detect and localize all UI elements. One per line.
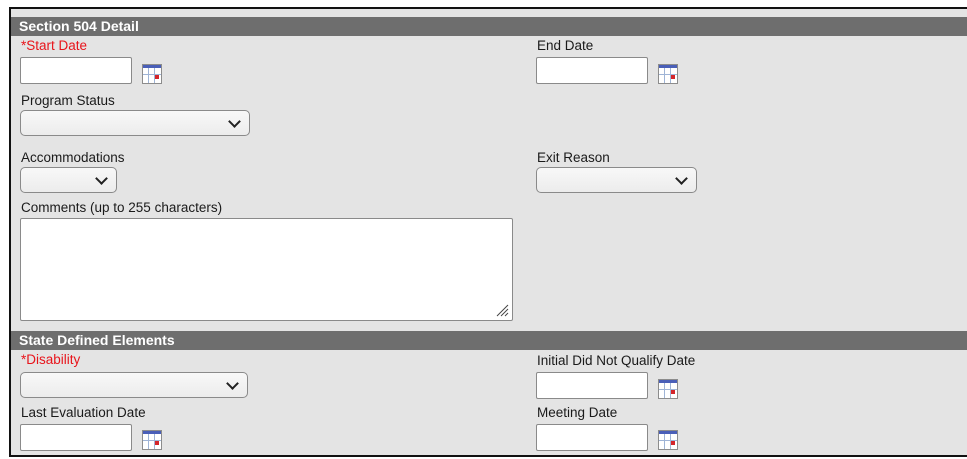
end-date-label: End Date bbox=[537, 38, 594, 53]
section-504-header: Section 504 Detail bbox=[11, 17, 967, 36]
initial-dnq-date-input[interactable] bbox=[536, 372, 648, 399]
chevron-down-icon bbox=[95, 172, 108, 185]
accommodations-label: Accommodations bbox=[21, 150, 125, 165]
start-date-label: *Start Date bbox=[21, 38, 88, 53]
comments-label: Comments (up to 255 characters) bbox=[21, 200, 223, 215]
calendar-icon[interactable] bbox=[142, 430, 162, 450]
calendar-icon[interactable] bbox=[142, 64, 162, 84]
last-evaluation-date-input[interactable] bbox=[20, 424, 132, 451]
chevron-down-icon bbox=[228, 115, 241, 128]
calendar-icon[interactable] bbox=[658, 379, 678, 399]
program-status-label: Program Status bbox=[21, 93, 115, 108]
calendar-icon[interactable] bbox=[658, 64, 678, 84]
meeting-date-label: Meeting Date bbox=[537, 405, 618, 420]
exit-reason-label: Exit Reason bbox=[537, 150, 610, 165]
start-date-input[interactable] bbox=[20, 57, 132, 84]
last-evaluation-date-label: Last Evaluation Date bbox=[21, 405, 146, 420]
disability-select[interactable] bbox=[20, 372, 248, 398]
end-date-input[interactable] bbox=[536, 57, 648, 84]
exit-reason-select[interactable] bbox=[536, 167, 697, 193]
chevron-down-icon bbox=[675, 172, 688, 185]
meeting-date-input[interactable] bbox=[536, 424, 648, 451]
disability-label: *Disability bbox=[21, 352, 81, 367]
form-panel: Section 504 Detail *Start Date End Date … bbox=[9, 7, 967, 457]
accommodations-select[interactable] bbox=[20, 167, 117, 193]
resize-grip-icon[interactable] bbox=[495, 303, 509, 317]
initial-dnq-date-label: Initial Did Not Qualify Date bbox=[537, 353, 696, 368]
comments-textarea[interactable] bbox=[20, 218, 513, 321]
state-defined-header: State Defined Elements bbox=[11, 331, 967, 350]
chevron-down-icon bbox=[226, 377, 239, 390]
program-status-select[interactable] bbox=[20, 110, 250, 136]
calendar-icon[interactable] bbox=[658, 430, 678, 450]
